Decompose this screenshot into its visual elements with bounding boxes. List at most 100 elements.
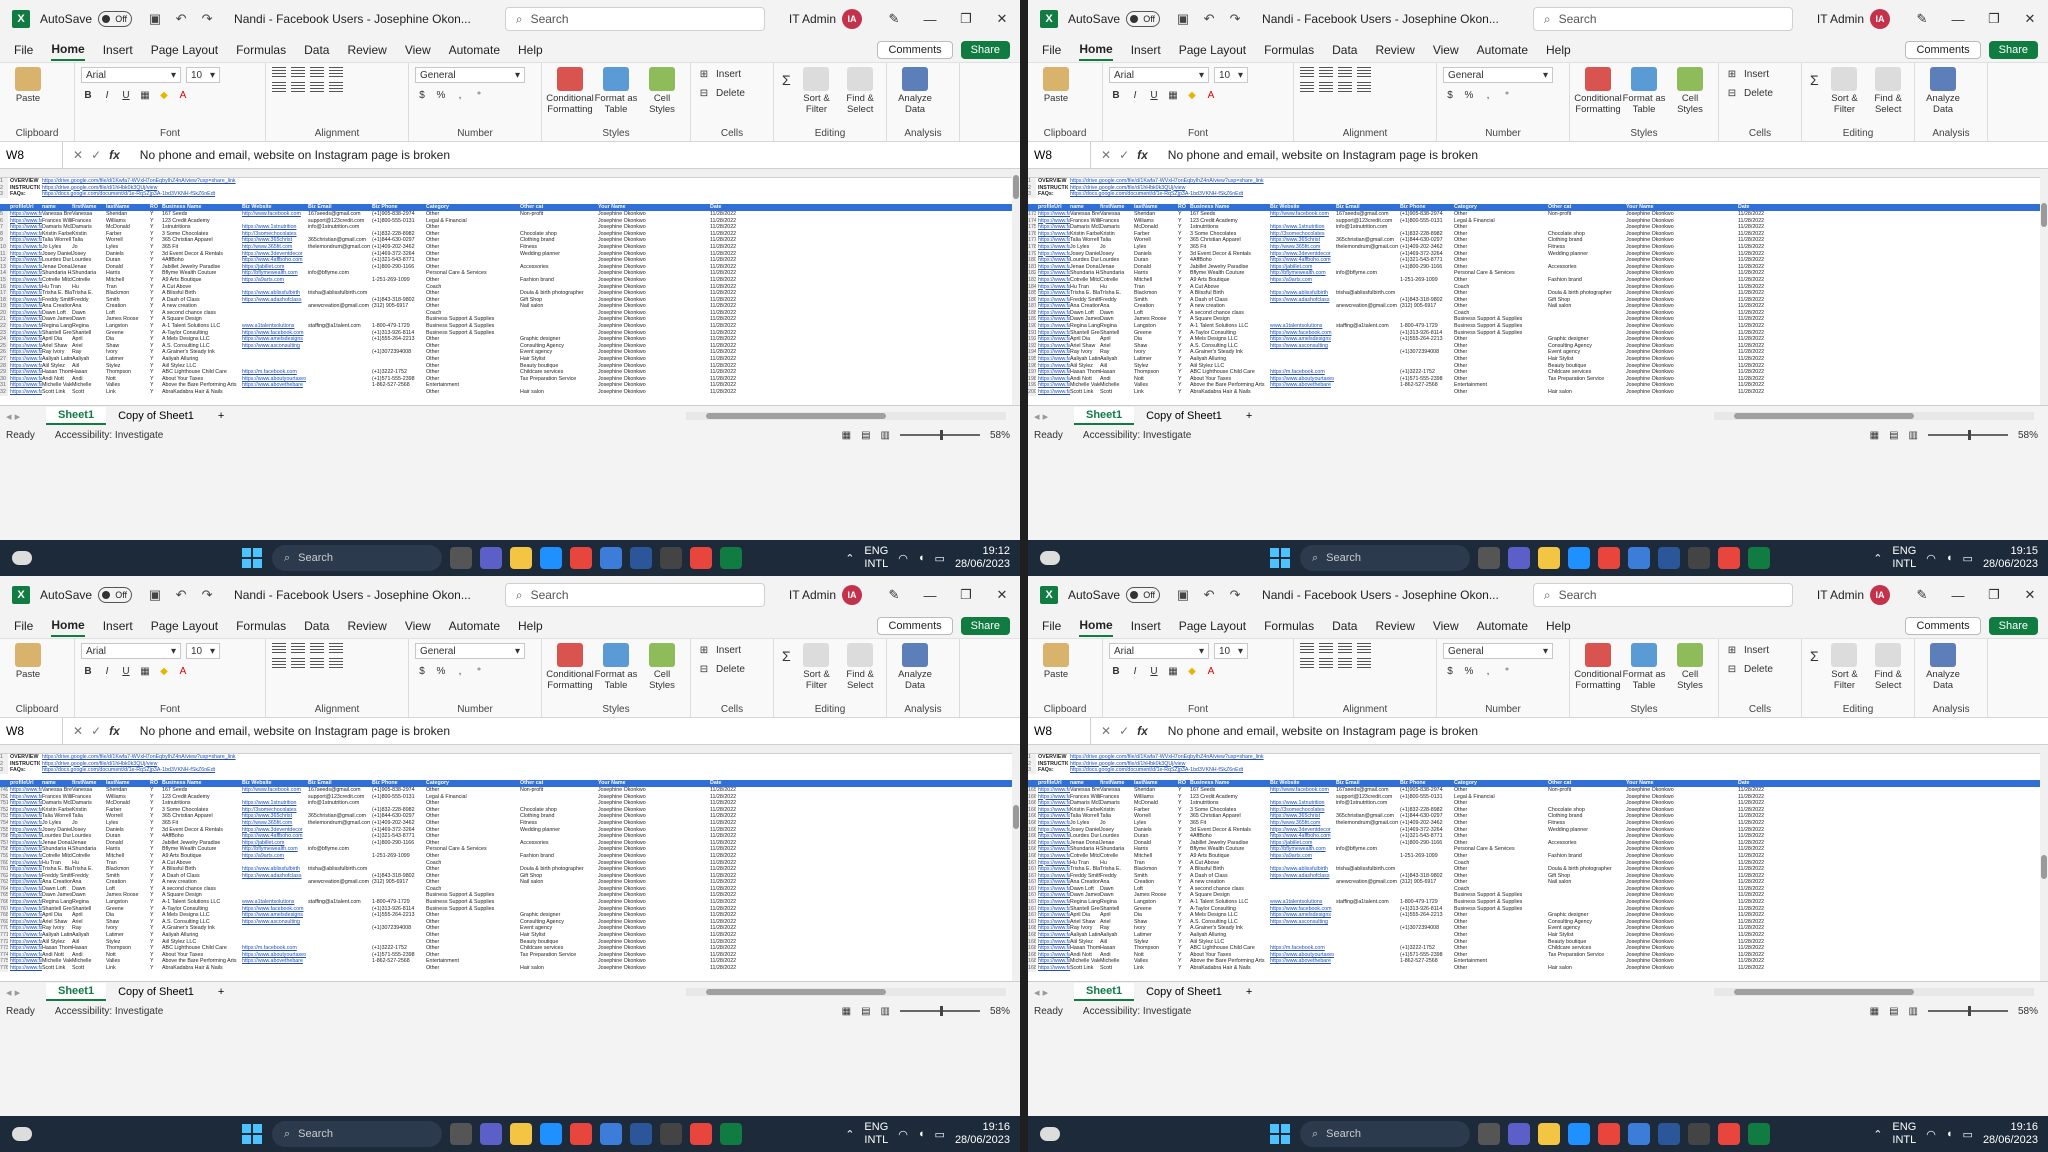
analyze-data-button[interactable]: Analyze Data (893, 67, 937, 115)
table-cell[interactable]: https://www.fa (10, 264, 42, 271)
table-cell[interactable]: Nott (106, 952, 146, 959)
table-cell[interactable]: 11/28/2022 (1738, 800, 1798, 807)
table-cell[interactable]: Coach (1454, 310, 1546, 317)
bold-icon[interactable]: B (81, 664, 95, 678)
table-row[interactable]: 1659https://www.faVanessa BreeVanessaShe… (1028, 786, 2048, 794)
table-cell[interactable]: Duran (106, 833, 146, 840)
table-row[interactable]: 176 https://www.fa Kristin Farber Kristin Fa… (1028, 230, 2048, 238)
table-cell[interactable]: Lyles (106, 820, 146, 827)
table-cell[interactable]: Frances Willia (42, 794, 72, 801)
table-cell[interactable]: Tran (106, 860, 146, 867)
table-cell[interactable]: Josephine Okonkwo (1626, 925, 1736, 932)
table-cell[interactable]: 167 Seeds (1190, 211, 1268, 218)
table-row[interactable]: 5 https://www.fa Vanessa Bree Vanessa Sherid… (0, 210, 1020, 218)
table-cell[interactable]: Hair salon (520, 965, 596, 972)
percent-icon[interactable]: % (434, 664, 448, 678)
table-cell[interactable]: Other (426, 820, 518, 827)
overview-link[interactable]: https://drive.google.com/file/d/1hHbk0k3… (1070, 761, 1370, 768)
table-cell[interactable]: Y (150, 833, 160, 840)
table-cell[interactable]: (+1)843-318-9802 (1400, 297, 1452, 304)
table-cell[interactable]: Link (106, 389, 146, 396)
table-cell[interactable]: Y (1178, 906, 1188, 913)
table-cell[interactable]: Donald (1134, 840, 1174, 847)
table-cell[interactable]: Aiil Stylez (42, 939, 72, 946)
table-row[interactable]: 193 https://www.fa Ariel Shaw Ariel Shaw Y A.S… (1028, 342, 2048, 350)
table-cell[interactable]: anewcreation@gmail.com (308, 303, 370, 310)
table-cell[interactable]: Vanessa Bree (1070, 787, 1100, 794)
table-cell[interactable]: 11/28/2022 (1738, 952, 1798, 959)
table-cell[interactable]: (+1)409-202-3462 (372, 820, 424, 827)
table-cell[interactable]: 4AffBoho (1190, 833, 1268, 840)
close-icon[interactable]: ✕ (2012, 11, 2048, 27)
table-cell[interactable]: A.Grainer's Steady Ink (1190, 925, 1268, 932)
table-cell[interactable]: Smith (1134, 873, 1174, 880)
table-cell[interactable]: Other (426, 244, 518, 251)
table-cell[interactable]: Other (1454, 303, 1546, 310)
battery-icon[interactable]: ▭ (935, 552, 945, 565)
autosave-toggle[interactable]: Off (1126, 11, 1161, 27)
table-cell[interactable]: Shantell Gree (1070, 330, 1100, 337)
table-row[interactable]: 1661https://www.faDamaris McDoDamarisMcD… (1028, 800, 2048, 807)
table-cell[interactable]: (+1)832-228-8982 (1400, 231, 1452, 238)
name-box[interactable]: W8 (0, 718, 63, 744)
horizontal-scrollbar[interactable] (1714, 988, 2034, 996)
column-header[interactable]: Biz Website (242, 204, 306, 211)
table-cell[interactable]: https://m.facebook.com (242, 369, 306, 376)
vertical-scrollbar[interactable] (2040, 169, 2048, 405)
table-cell[interactable]: April Dia (1070, 336, 1100, 343)
tab-file[interactable]: File (14, 40, 33, 60)
table-cell[interactable]: Shaw (1134, 919, 1174, 926)
edge-icon[interactable] (1568, 547, 1590, 569)
table-cell[interactable]: Y (150, 807, 160, 814)
table-cell[interactable]: 11/28/2022 (1738, 382, 1798, 389)
table-row[interactable]: 1660https://www.faFrances WilliaFrancesW… (1028, 793, 2048, 801)
table-cell[interactable]: Tax Preparation Service (1548, 376, 1624, 383)
table-cell[interactable]: https://www.4affboho.com (1270, 833, 1334, 840)
excel-icon[interactable] (1748, 547, 1770, 569)
table-cell[interactable]: Jenae (1100, 840, 1134, 847)
table-row[interactable]: 1679https://www.faAriel ShawArielShawYA.… (1028, 918, 2048, 926)
table-cell[interactable]: 1-862-527-2568 (372, 958, 424, 965)
column-header[interactable]: Biz Website (1270, 204, 1334, 211)
tab-review[interactable]: Review (347, 40, 386, 60)
table-cell[interactable]: Y (1178, 807, 1188, 814)
name-box[interactable]: W8 (0, 142, 63, 168)
table-cell[interactable]: Other (1454, 866, 1546, 873)
table-cell[interactable]: Josephine Okonkwo (1626, 939, 1736, 946)
page-break-view-icon[interactable]: ▥ (1909, 1006, 1918, 1017)
table-cell[interactable]: Other (426, 356, 518, 363)
table-cell[interactable]: Dia (1134, 912, 1174, 919)
table-cell[interactable]: https://www.365christ (1270, 813, 1334, 820)
table-cell[interactable]: https://www.abovethebare (242, 382, 306, 389)
table-cell[interactable]: http://3somechocolates (242, 807, 306, 814)
sheet-nav-icon[interactable]: ◂ ▸ (1028, 986, 1074, 999)
table-cell[interactable]: 11/28/2022 (710, 965, 770, 972)
column-header[interactable]: Other cat (520, 204, 596, 211)
table-cell[interactable]: Vanessa Bree (42, 787, 72, 794)
table-cell[interactable]: https://www.fa (1038, 224, 1070, 231)
table-cell[interactable]: Other (426, 879, 518, 886)
table-cell[interactable]: Y (150, 343, 160, 350)
sheet-nav-icon[interactable]: ◂ ▸ (1028, 410, 1074, 423)
table-cell[interactable]: Y (150, 389, 160, 396)
table-row[interactable]: 776 https://www.fa Scott Link Scott Link Y Abr… (0, 965, 1020, 972)
table-cell[interactable]: https://www.asconsulting (242, 343, 306, 350)
align-top-icon[interactable] (272, 643, 286, 653)
table-cell[interactable]: Josephine Okonkwo (598, 211, 708, 218)
table-cell[interactable]: A Blissful Birth (162, 866, 240, 873)
table-cell[interactable]: https://www.amelsdesigns (1270, 912, 1334, 919)
table-cell[interactable]: http://bflymewealth.com (1270, 270, 1334, 277)
table-cell[interactable]: Y (150, 787, 160, 794)
table-cell[interactable]: Doula & birth photographer (1548, 290, 1624, 297)
chrome-icon-2[interactable] (1718, 547, 1740, 569)
table-cell[interactable]: Ariel Shaw (1070, 919, 1100, 926)
table-cell[interactable]: Hu Tran (42, 860, 72, 867)
table-cell[interactable]: Jo Lyles (1070, 244, 1100, 251)
table-cell[interactable]: Shantell (72, 906, 106, 913)
table-cell[interactable]: Valles (106, 958, 146, 965)
table-row[interactable]: 1682https://www.faAiil StylezAiilStylezY… (1028, 938, 2048, 946)
table-cell[interactable]: (+1)832-228-8982 (372, 807, 424, 814)
table-cell[interactable]: https://www.fa (1038, 389, 1070, 396)
table-cell[interactable]: Y (150, 297, 160, 304)
table-cell[interactable]: Y (1178, 800, 1188, 807)
